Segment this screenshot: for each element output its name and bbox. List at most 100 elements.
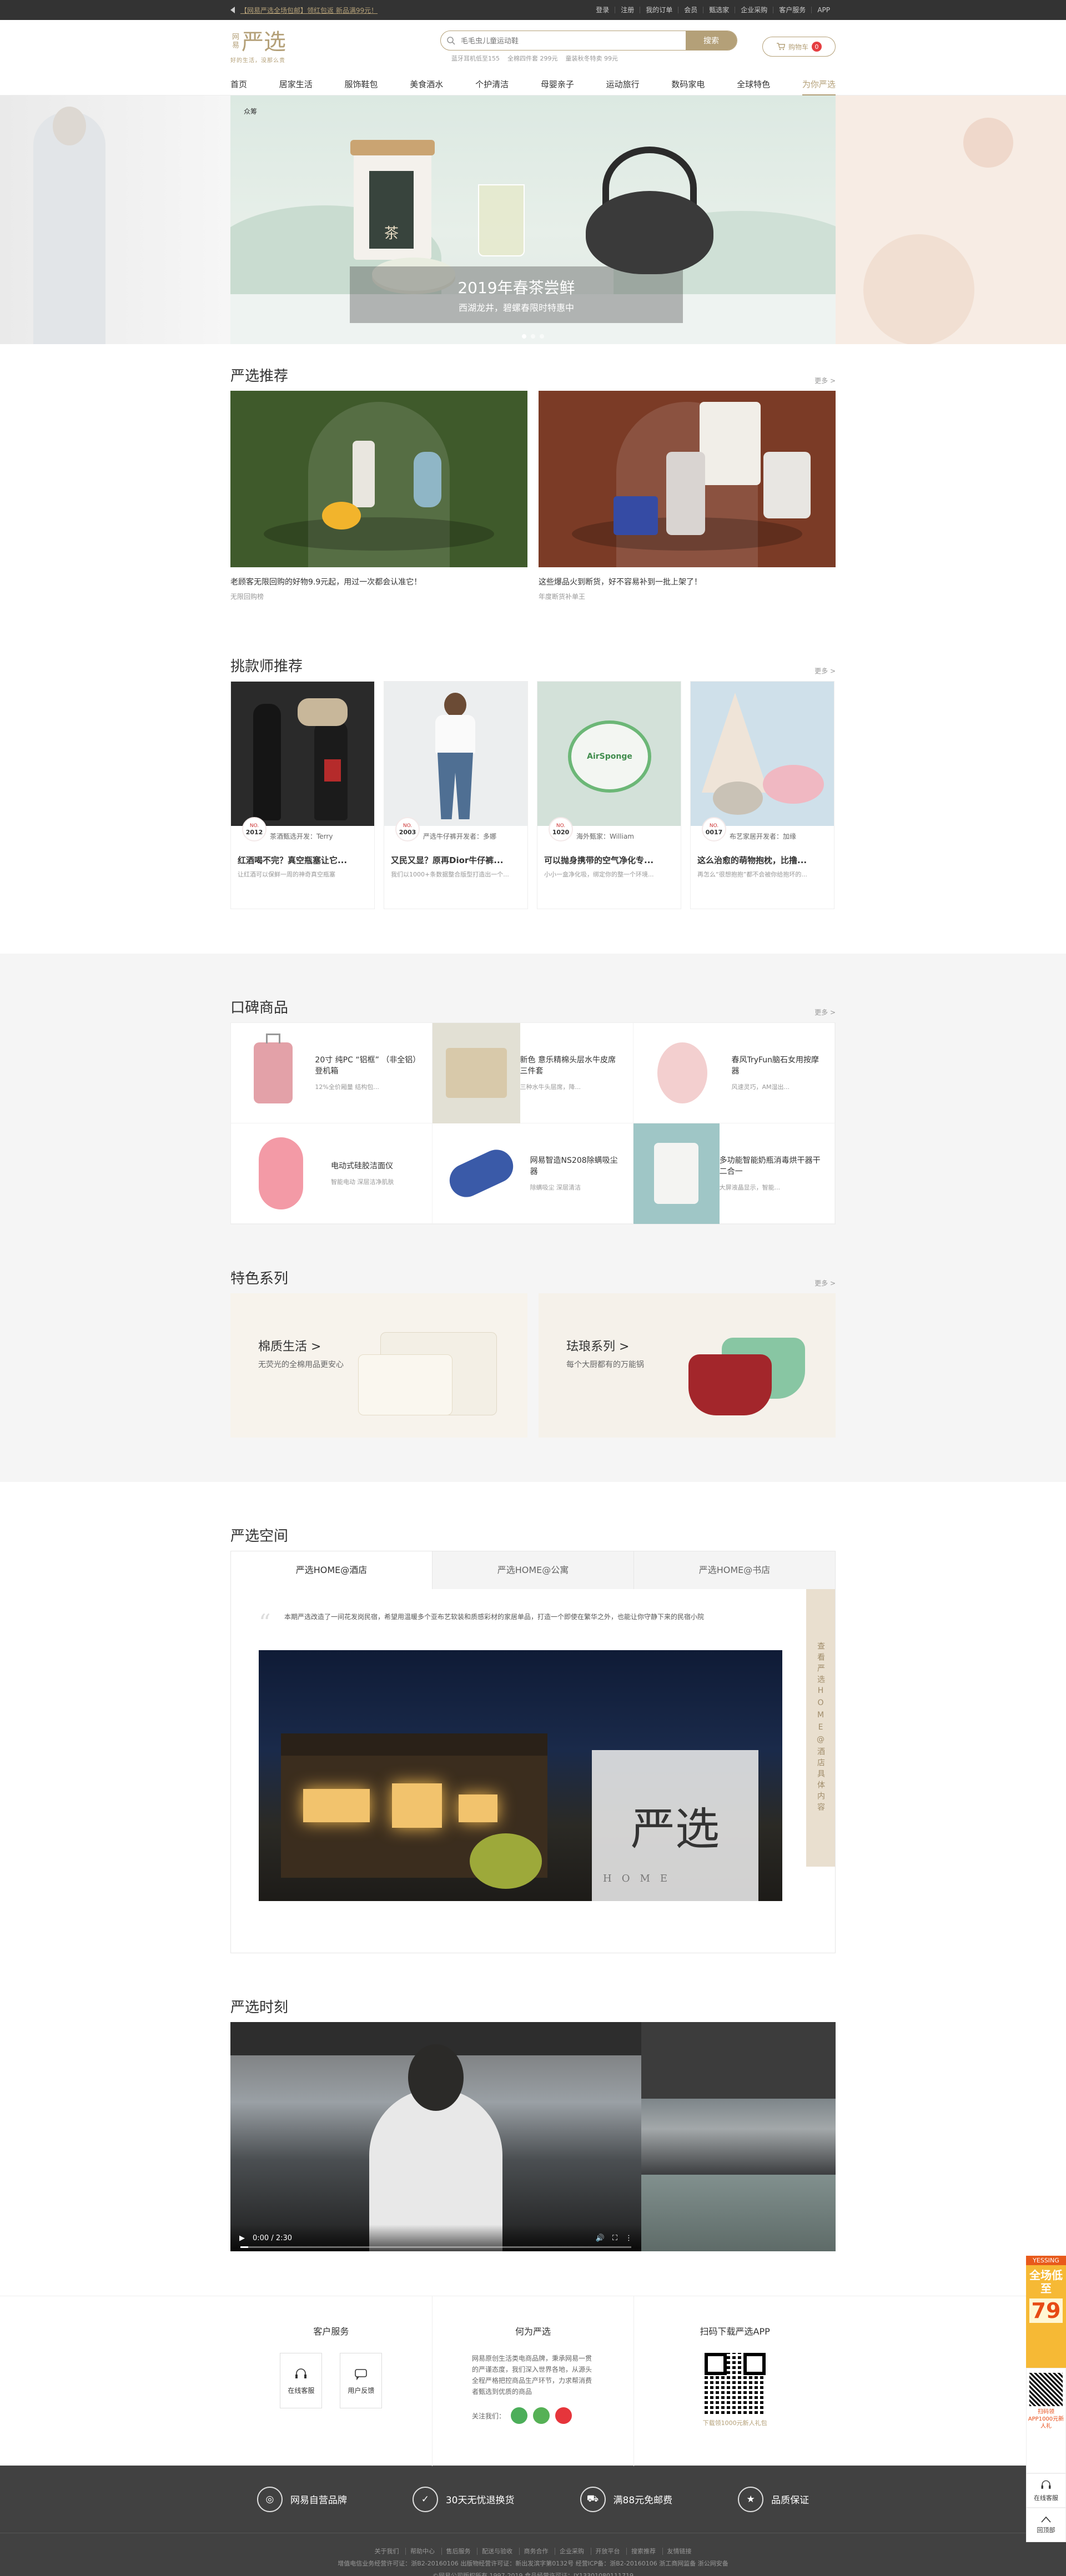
register-link[interactable]: 注册	[615, 7, 640, 13]
weibo-icon[interactable]	[555, 2407, 572, 2424]
hero-right-image[interactable]	[836, 95, 1066, 344]
app-link[interactable]: APP	[811, 7, 836, 13]
designer-title[interactable]: 可以抛身携带的空气净化专...	[544, 854, 674, 866]
hero-banner[interactable]: 茶 众筹 2019年春茶尝鲜 西湖龙井，碧螺春限时特惠中	[0, 95, 1066, 344]
koubei-item[interactable]: 网易智造NS208除螨吸尘器 除螨吸尘 深层清洁	[432, 1123, 634, 1224]
nav-home-living[interactable]: 居家生活	[279, 73, 313, 95]
hot-word[interactable]: 全棉四件套 299元	[507, 54, 558, 63]
select-link[interactable]: 甄选家	[703, 7, 735, 13]
more-options-icon[interactable]: ⋮	[625, 2234, 632, 2242]
hot-word[interactable]: 蓝牙耳机低至155	[451, 54, 500, 63]
product-name[interactable]: 春风TryFun脑石女用按摩器	[731, 1055, 834, 1077]
fullscreen-icon[interactable]: ⛶	[612, 2234, 617, 2242]
nav-food[interactable]: 美食酒水	[410, 73, 443, 95]
koubei-item[interactable]: 多功能智能奶瓶消毒烘干器干二合一 大屏液晶显示，智能...	[633, 1123, 835, 1224]
designer-title[interactable]: 这么治愈的萌物抱枕，比撸...	[697, 854, 827, 866]
designer-card[interactable]: NO. 0017 布艺家居开发者：加缘 这么治愈的萌物抱枕，比撸... 再怎么“很…	[690, 681, 834, 909]
koubei-item[interactable]: 电动式硅胶洁面仪 智能电动 深层洁净肌肤	[231, 1123, 433, 1224]
designer-card[interactable]: NO. 2003 严选牛仔裤开发者：多娜 又民又显？原再Dior牛仔裤... 我们…	[384, 681, 528, 909]
koubei-item[interactable]: 新色 意乐精棉头层水牛皮席三件套 三种水牛头层席，降...	[432, 1022, 634, 1123]
customer-service-link[interactable]: 客户服务	[773, 7, 811, 13]
designer-card[interactable]: AirSponge NO. 1020 海外甄家：William 可以抛身携带的空气…	[537, 681, 681, 909]
notice-link[interactable]: 【网易严选全场包邮】领红包返 新品满99元！	[240, 6, 378, 15]
side-promo[interactable]: YESSING 全场低至 79	[1026, 2256, 1066, 2368]
play-icon[interactable]: ▶	[239, 2234, 245, 2242]
nav-digital[interactable]: 数码家电	[671, 73, 705, 95]
hero-main-image[interactable]: 茶 众筹 2019年春茶尝鲜 西湖龙井，碧螺春限时特惠中	[230, 95, 836, 344]
recommend-desc[interactable]: 老顾客无限回购的好物9.9元起，用过一次都会认准它！	[230, 576, 527, 587]
footer-link[interactable]: 商务合作	[519, 2548, 553, 2555]
product-image[interactable]	[231, 1123, 331, 1224]
carousel-dot[interactable]	[540, 334, 544, 339]
side-online-service[interactable]: 在线客服	[1026, 2473, 1066, 2508]
product-image[interactable]	[432, 1022, 520, 1123]
footer-link[interactable]: 搜索推荐	[626, 2548, 660, 2555]
orders-link[interactable]: 我的订单	[640, 7, 678, 13]
more-link[interactable]: 更多 >	[814, 376, 836, 385]
footer-link[interactable]: 友情链接	[662, 2548, 696, 2555]
video-player[interactable]: ▶ 0:00 / 2:30 🔊 ⛶ ⋮	[230, 2022, 641, 2251]
member-link[interactable]: 会员	[678, 7, 703, 13]
cart-button[interactable]: 购物车 0	[762, 37, 836, 57]
recommend-image[interactable]	[230, 391, 527, 567]
more-link[interactable]: 更多 >	[814, 666, 836, 675]
tab-apartment[interactable]: 严选HOME@公寓	[433, 1551, 634, 1589]
nav-baby[interactable]: 母婴亲子	[541, 73, 574, 95]
product-image[interactable]	[433, 1123, 530, 1224]
space-image[interactable]: 严选 HOME	[259, 1650, 782, 1901]
video-thumb[interactable]	[641, 2175, 836, 2252]
special-name[interactable]: 珐琅系列 >	[566, 1337, 644, 1354]
video-progress-bar[interactable]	[240, 2246, 631, 2248]
product-image[interactable]	[633, 1023, 731, 1123]
footer-link[interactable]: 开放平台	[590, 2548, 625, 2555]
tab-hotel[interactable]: 严选HOME@酒店	[231, 1551, 433, 1589]
nav-global[interactable]: 全球特色	[737, 73, 770, 95]
left-arrow-icon[interactable]	[230, 7, 235, 13]
top-notice[interactable]: 【网易严选全场包邮】领红包返 新品满99元！	[230, 6, 378, 15]
video-thumb[interactable]	[641, 2098, 836, 2175]
video-thumb[interactable]	[641, 2022, 836, 2099]
back-to-top-button[interactable]: 回顶部	[1026, 2508, 1066, 2542]
nav-sports[interactable]: 运动旅行	[606, 73, 640, 95]
carousel-dot[interactable]	[531, 334, 535, 339]
product-name[interactable]: 多功能智能奶瓶消毒烘干器干二合一	[720, 1155, 834, 1177]
designer-title[interactable]: 又民又显？原再Dior牛仔裤...	[391, 854, 521, 866]
product-name[interactable]: 网易智造NS208除螨吸尘器	[530, 1155, 633, 1177]
footer-link[interactable]: 关于我们	[370, 2548, 404, 2555]
logo[interactable]: 网易 严选 好的生活，没那么贵	[230, 30, 303, 64]
wechat-moments-icon[interactable]	[511, 2407, 528, 2424]
nav-for-you[interactable]: 为你严选	[802, 73, 836, 95]
recommend-card[interactable]: 这些爆品火到断货，好不容易补到一批上架了！ 年度断货补单王	[539, 391, 836, 601]
product-image[interactable]	[231, 1023, 315, 1123]
product-name[interactable]: 20寸 纯PC “铝框” （非全铝）登机箱	[315, 1055, 431, 1077]
side-app-qr[interactable]: 扫码领APP1000元新人礼	[1026, 2368, 1066, 2473]
koubei-item[interactable]: 20寸 纯PC “铝框” （非全铝）登机箱 12%全价厢量 结构包...	[231, 1023, 433, 1123]
nav-apparel[interactable]: 服饰鞋包	[345, 73, 378, 95]
hero-left-image[interactable]	[0, 95, 230, 344]
product-name[interactable]: 新色 意乐精棉头层水牛皮席三件套	[520, 1055, 633, 1077]
designer-image[interactable]	[691, 682, 834, 826]
volume-icon[interactable]: 🔊	[596, 2234, 605, 2242]
special-card[interactable]: 珐琅系列 > 每个大厨都有的万能锅	[539, 1293, 836, 1438]
special-name[interactable]: 棉质生活 >	[258, 1337, 344, 1354]
enterprise-link[interactable]: 企业采购	[735, 7, 773, 13]
more-link[interactable]: 更多 >	[814, 1278, 836, 1288]
designer-card[interactable]: NO. 2012 茶酒甄选开发：Terry 红酒喝不完？真空瓶塞让它... 让红酒…	[230, 681, 375, 909]
koubei-item[interactable]: 春风TryFun脑石女用按摩器 风速灵巧，AM湿出...	[633, 1023, 835, 1123]
recommend-image[interactable]	[539, 391, 836, 567]
special-card[interactable]: 棉质生活 > 无荧光的全棉用品更安心	[230, 1293, 527, 1438]
hot-word[interactable]: 童装秋冬特卖 99元	[566, 54, 619, 63]
search-input[interactable]	[461, 31, 686, 50]
footer-link[interactable]: 企业采购	[555, 2548, 589, 2555]
recommend-card[interactable]: 老顾客无限回购的好物9.9元起，用过一次都会认准它！ 无限回购榜	[230, 391, 527, 601]
footer-link[interactable]: 配送与验收	[477, 2548, 517, 2555]
more-link[interactable]: 更多 >	[814, 1007, 836, 1017]
footer-link[interactable]: 售后服务	[441, 2548, 475, 2555]
tab-bookstore[interactable]: 严选HOME@书店	[634, 1551, 835, 1589]
designer-image[interactable]	[231, 682, 374, 826]
recommend-desc[interactable]: 这些爆品火到断货，好不容易补到一批上架了！	[539, 576, 836, 587]
carousel-dot[interactable]	[522, 334, 526, 339]
nav-home[interactable]: 首页	[230, 73, 247, 95]
footer-link[interactable]: 帮助中心	[405, 2548, 439, 2555]
login-link[interactable]: 登录	[590, 7, 615, 13]
